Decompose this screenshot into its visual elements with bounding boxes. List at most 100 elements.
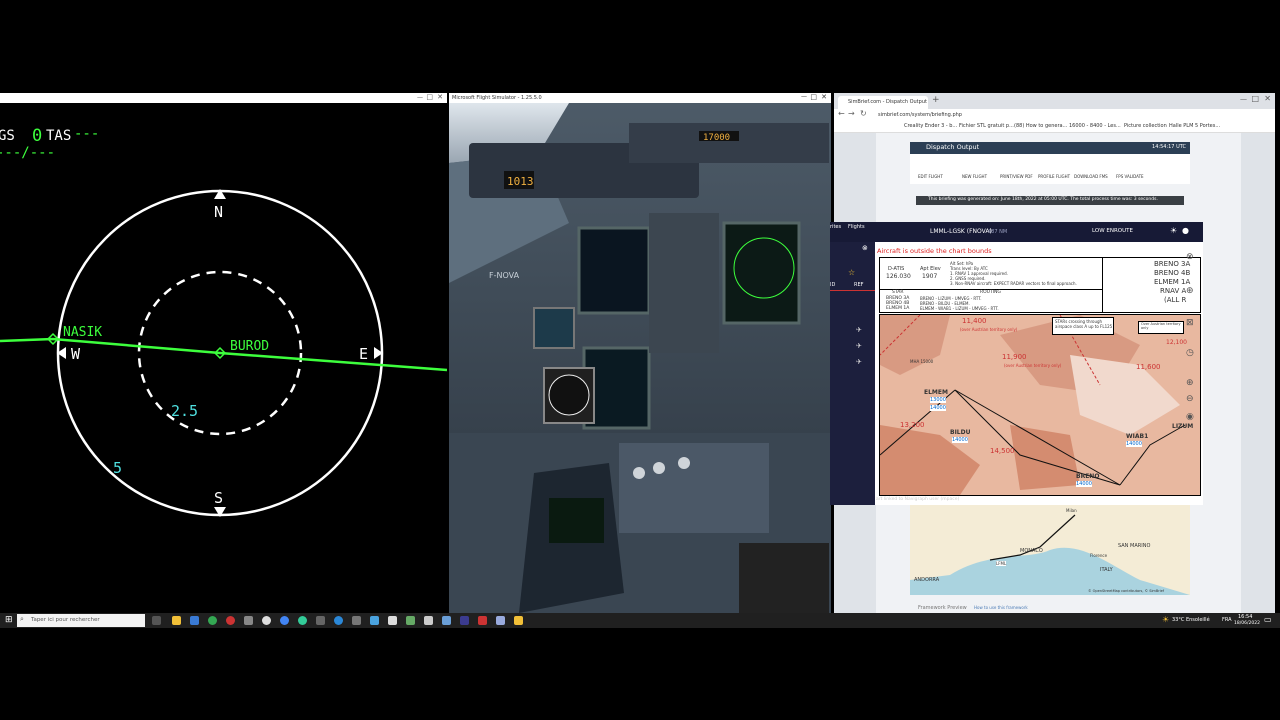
bookmark-item[interactable]: Creality Ender 3 - b...	[904, 123, 957, 129]
cockpit-scene[interactable]: 17000 1013 F-NOVA	[449, 103, 831, 613]
app-icon[interactable]	[244, 616, 253, 625]
app-icon[interactable]	[370, 616, 379, 625]
bookmark-item[interactable]: Fichier STL gratuit p...	[959, 123, 1014, 129]
pin-icon[interactable]: ✈	[856, 326, 862, 334]
taskbar-search[interactable]: ⌕ Taper ici pour rechercher	[17, 614, 145, 627]
pin-icon[interactable]: ✈	[856, 358, 862, 366]
task-view-icon[interactable]	[152, 616, 161, 625]
app-icon[interactable]	[226, 616, 235, 625]
bookmark-item[interactable]: Halle PLM 5 Portes...	[1169, 123, 1220, 129]
app-icon[interactable]	[280, 616, 289, 625]
file-explorer-icon[interactable]	[172, 616, 181, 625]
nav-sidebar-flights[interactable]: Flights	[848, 224, 865, 230]
download-fms-button[interactable]: DOWNLOAD FMS	[1074, 174, 1108, 179]
windows-taskbar: ⊞ ⌕ Taper ici pour rechercher ☀ 33°C Ens…	[0, 613, 1280, 628]
sun-icon[interactable]: ☀	[1170, 226, 1177, 235]
fix-breno: BRENO	[1076, 473, 1100, 480]
star-name: ELMEM 1A	[886, 306, 910, 311]
framework-link[interactable]: How to use this framework	[974, 605, 1028, 610]
tab-id[interactable]: ID	[830, 282, 835, 288]
edit-flight-button[interactable]: EDIT FLIGHT	[918, 174, 943, 179]
chrome-icon[interactable]	[208, 616, 217, 625]
zoom-in-icon[interactable]: ⊕	[1186, 378, 1194, 388]
clock-time[interactable]: 16:54	[1238, 614, 1252, 620]
collapse-icon[interactable]: ⊠	[1186, 318, 1194, 328]
star-airspace-note: STARs crossing through airspace class A …	[1052, 317, 1114, 335]
app-icon[interactable]	[316, 616, 325, 625]
map-credit: © OpenStreetMap contributors, © SimBrief	[1088, 589, 1165, 593]
fullscreen-icon[interactable]: ⊕	[1186, 286, 1194, 296]
back-icon[interactable]: ←	[838, 109, 845, 118]
bookmark-item[interactable]: 16000 - 8400 - Les...	[1069, 123, 1121, 129]
fix-bildu: BILDU	[950, 429, 971, 436]
browser-tab[interactable]: SimBrief.com - Dispatch Output	[838, 96, 928, 109]
maximize-icon[interactable]: □	[1251, 94, 1259, 103]
app-icon[interactable]	[406, 616, 415, 625]
range-inner: 2.5	[171, 402, 199, 420]
weather-text[interactable]: 33°C Ensoleillé	[1172, 617, 1210, 623]
heading-south: S	[214, 489, 224, 507]
minimize-icon[interactable]: —	[1240, 95, 1247, 103]
language-indicator[interactable]: FRA	[1222, 617, 1232, 623]
app-icon[interactable]	[352, 616, 361, 625]
app-icon[interactable]	[442, 616, 451, 625]
app-icon[interactable]	[496, 616, 505, 625]
chart-mode-selector[interactable]: LOW ENROUTE	[1092, 228, 1133, 234]
fix-altitude: 14000	[1076, 481, 1092, 487]
heading-west: W	[71, 345, 81, 363]
reload-icon[interactable]: ↻	[860, 109, 867, 118]
new-tab-icon[interactable]: +	[932, 95, 940, 105]
edge-icon[interactable]	[298, 616, 307, 625]
heading-east: E	[359, 345, 369, 363]
print-pdf-button[interactable]: PRINT/VIEW PDF	[1000, 174, 1033, 179]
app-icon[interactable]	[424, 616, 433, 625]
close-panel-icon[interactable]: ⊗	[862, 244, 868, 252]
atis-frequency: 126.030	[886, 273, 911, 280]
apt-elev: 1907	[922, 273, 938, 280]
user-icon[interactable]: ●	[1182, 226, 1189, 235]
rotate-icon[interactable]: ◷	[1186, 348, 1194, 358]
minimize-icon[interactable]: —	[801, 93, 807, 100]
bookmark-item[interactable]: (88) How to genera...	[1014, 123, 1067, 129]
app-icon[interactable]	[514, 616, 523, 625]
chart-header-box: D-ATIS 126.030 Apt Elev 1907 Alt Set: hP…	[879, 257, 1201, 313]
pin-icon[interactable]: ✈	[856, 342, 862, 350]
windows-start-icon[interactable]: ⊞	[5, 615, 13, 625]
maximize-icon[interactable]: □	[810, 93, 817, 101]
dispatch-time: 14:54:17 UTC	[1152, 144, 1186, 150]
notification-icon[interactable]: ▭	[1264, 615, 1272, 624]
chart-toolbar: ⊗ ⊕ ⊠ ◷ ⊕ ⊖ ◉	[1184, 252, 1198, 432]
flight-simulator-window: Microsoft Flight Simulator - 1.25.5.0 — …	[449, 93, 831, 613]
app-icon[interactable]	[478, 616, 487, 625]
new-flight-button[interactable]: NEW FLIGHT	[962, 174, 987, 179]
app-icon[interactable]	[388, 616, 397, 625]
fix-altitude: 14000	[930, 405, 946, 411]
profile-flight-button[interactable]: PROFILE FLIGHT	[1038, 174, 1070, 179]
favorite-star-icon[interactable]: ☆	[848, 268, 855, 277]
weather-icon[interactable]: ☀	[1162, 615, 1169, 624]
zoom-out-icon[interactable]: ⊖	[1186, 394, 1194, 404]
app-icon[interactable]	[460, 616, 469, 625]
close-chart-icon[interactable]: ⊗	[1186, 252, 1194, 262]
print-icon[interactable]: ◉	[1186, 412, 1194, 422]
close-icon[interactable]: ✕	[1264, 94, 1271, 103]
fps-validate-button[interactable]: FPS VALIDATE	[1116, 174, 1144, 179]
route-title: LMML-LGSK (FNOVA)	[930, 228, 992, 235]
clock-date[interactable]: 18/06/2022	[1234, 621, 1260, 626]
url-field[interactable]: simbrief.com/system/briefing.php	[878, 112, 962, 118]
app-icon[interactable]	[334, 616, 343, 625]
close-icon[interactable]: ✕	[821, 93, 827, 101]
chart-panel[interactable]: Aircraft is outside the chart bounds D-A…	[875, 242, 1203, 505]
route-map[interactable]: ANDORRA MONACO SAN MARINO ITALY Florence…	[910, 505, 1190, 595]
bookmark-item[interactable]: Picture collection	[1124, 123, 1167, 129]
grid-mora: 13,200	[900, 421, 925, 429]
app-icon[interactable]	[262, 616, 271, 625]
tab-ref[interactable]: REF	[854, 282, 864, 288]
compass-rose	[0, 189, 447, 517]
search-placeholder: Taper ici pour rechercher	[31, 617, 100, 623]
mail-icon[interactable]	[190, 616, 199, 625]
map-label-italy: ITALY	[1100, 567, 1113, 573]
star-chart-map[interactable]: STARs crossing through airspace class A …	[879, 314, 1201, 496]
nav-sidebar-favorites[interactable]: rites	[830, 224, 841, 230]
forward-icon[interactable]: →	[848, 109, 855, 118]
